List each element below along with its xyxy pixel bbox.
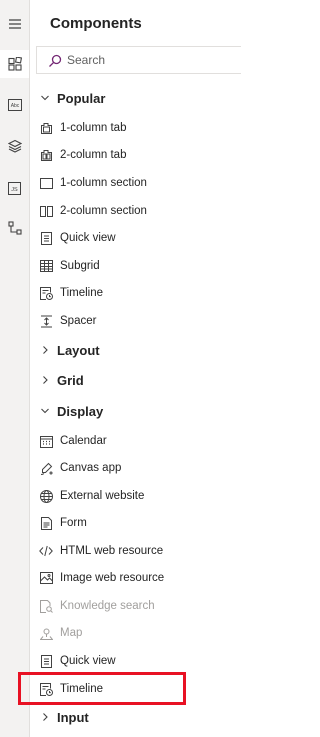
item-label: Timeline	[60, 287, 104, 299]
tree-view-icon[interactable]	[0, 214, 29, 242]
canvas-app-icon	[39, 461, 53, 475]
section-label: Layout	[57, 342, 100, 358]
map-icon	[39, 626, 53, 640]
layers-icon[interactable]	[0, 132, 29, 160]
chevron-down-icon	[41, 408, 49, 414]
two-column-tab-icon	[39, 148, 53, 162]
one-column-section-icon	[39, 176, 53, 190]
search-icon	[49, 54, 62, 67]
section-popular[interactable]: Popular	[40, 87, 230, 109]
chevron-right-icon	[43, 376, 48, 384]
panel-title: Components	[50, 15, 142, 32]
section-input[interactable]: Input	[40, 706, 230, 728]
components-icon[interactable]	[0, 50, 29, 78]
code-icon	[39, 544, 53, 558]
component-item-html-web-resource[interactable]: HTML web resource	[39, 540, 189, 562]
item-label: Spacer	[60, 315, 97, 327]
component-item-two-column-tab[interactable]: 2-column tab	[39, 144, 189, 166]
item-label: External website	[60, 490, 145, 502]
component-item-timeline[interactable]: Timeline	[39, 282, 189, 304]
item-label: Map	[60, 627, 83, 639]
js-resource-icon[interactable]: JS	[0, 174, 29, 202]
component-item-canvas-app[interactable]: Canvas app	[39, 457, 189, 479]
table-columns-icon[interactable]: Abc	[0, 91, 29, 119]
highlight-box	[18, 672, 186, 705]
item-label: Subgrid	[60, 260, 100, 272]
spacer-icon	[39, 314, 53, 328]
item-label: Calendar	[60, 435, 107, 447]
hamburger-menu-icon[interactable]	[0, 10, 29, 38]
globe-icon	[39, 489, 53, 503]
component-item-external-website[interactable]: External website	[39, 485, 189, 507]
item-label: 1-column tab	[60, 122, 127, 134]
section-label: Popular	[57, 90, 106, 106]
chevron-right-icon	[43, 713, 48, 721]
section-label: Grid	[57, 372, 84, 388]
search-input[interactable]	[67, 51, 232, 69]
section-layout[interactable]: Layout	[40, 339, 230, 361]
component-item-subgrid[interactable]: Subgrid	[39, 255, 189, 277]
chevron-down-icon	[41, 95, 49, 101]
item-label: 1-column section	[60, 177, 147, 189]
timeline-icon	[39, 286, 53, 300]
component-item-quick-view[interactable]: Quick view	[39, 650, 189, 672]
item-label: 2-column tab	[60, 149, 127, 161]
item-label: Image web resource	[60, 572, 165, 584]
component-item-one-column-tab[interactable]: 1-column tab	[39, 117, 189, 139]
svg-text:JS: JS	[11, 187, 18, 193]
section-label: Display	[57, 403, 104, 419]
item-label: 2-column section	[60, 205, 147, 217]
component-item-form[interactable]: Form	[39, 512, 189, 534]
image-icon	[39, 571, 53, 585]
item-label: Quick view	[60, 232, 116, 244]
component-item-knowledge-search: Knowledge search	[39, 595, 189, 617]
section-label: Input	[57, 709, 89, 725]
section-display[interactable]: Display	[40, 400, 230, 422]
calendar-icon	[39, 434, 53, 448]
component-item-quick-view[interactable]: Quick view	[39, 227, 189, 249]
two-column-section-icon	[39, 204, 53, 218]
one-column-tab-icon	[39, 121, 53, 135]
component-item-map: Map	[39, 622, 189, 644]
subgrid-icon	[39, 259, 53, 273]
quick-view-icon	[39, 654, 53, 668]
section-grid[interactable]: Grid	[40, 369, 230, 391]
left-rail: Abc JS	[0, 0, 30, 737]
item-label: Quick view	[60, 655, 116, 667]
chevron-right-icon	[43, 346, 48, 354]
item-label: Canvas app	[60, 462, 122, 474]
form-icon	[39, 516, 53, 530]
item-label: Form	[60, 517, 87, 529]
item-label: Knowledge search	[60, 600, 155, 612]
component-item-one-column-section[interactable]: 1-column section	[39, 172, 189, 194]
component-item-calendar[interactable]: Calendar	[39, 430, 189, 452]
component-item-spacer[interactable]: Spacer	[39, 310, 189, 332]
svg-text:Abc: Abc	[10, 103, 19, 109]
quick-view-icon	[39, 231, 53, 245]
component-item-image-web-resource[interactable]: Image web resource	[39, 567, 189, 589]
knowledge-search-icon	[39, 599, 53, 613]
item-label: HTML web resource	[60, 545, 164, 557]
component-item-two-column-section[interactable]: 2-column section	[39, 200, 189, 222]
components-panel: Components Popular 1-column tab 2-column…	[18, 0, 241, 737]
search-box[interactable]	[36, 46, 241, 74]
